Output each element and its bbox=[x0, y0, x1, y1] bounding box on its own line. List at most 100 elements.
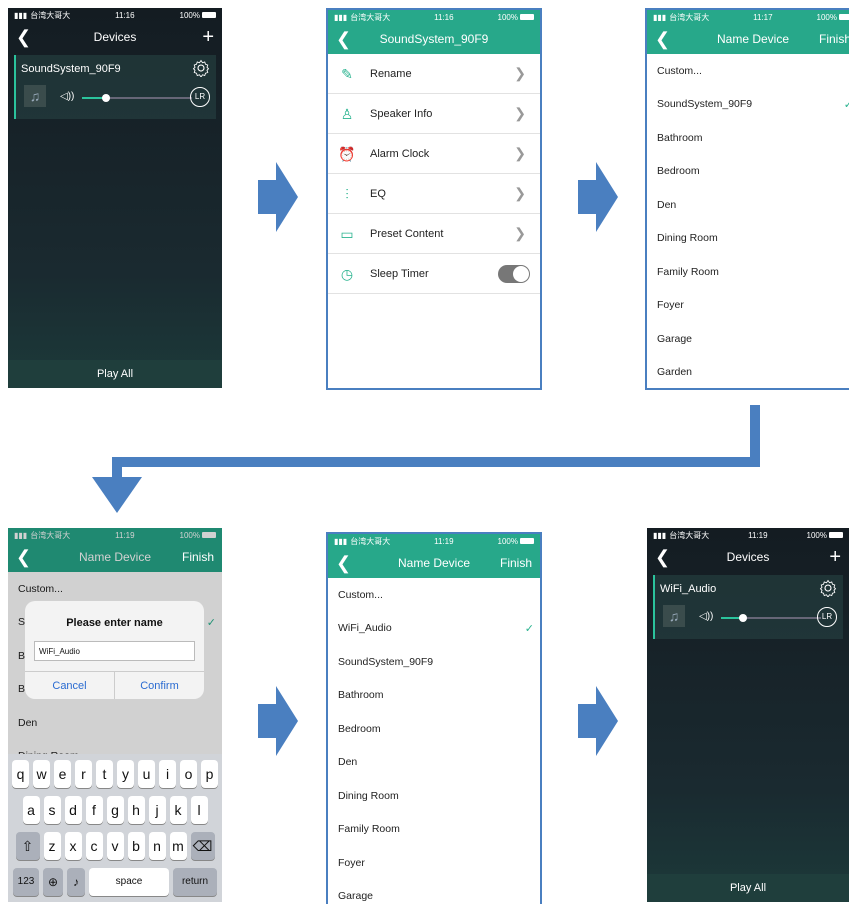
menu-alarm-clock[interactable]: ⏰Alarm Clock❯ bbox=[328, 134, 540, 174]
sleep-timer-toggle[interactable] bbox=[498, 265, 530, 283]
list-item[interactable]: Bathroom bbox=[328, 679, 540, 713]
back-icon[interactable]: ❮ bbox=[16, 547, 31, 568]
key[interactable]: d bbox=[65, 796, 82, 824]
list-item[interactable]: Foyer bbox=[647, 289, 849, 323]
clock: 11:19 bbox=[434, 537, 453, 546]
signal-icon: ▮▮▮ bbox=[334, 537, 347, 546]
key[interactable]: j bbox=[149, 796, 166, 824]
list-item[interactable]: Den bbox=[647, 188, 849, 222]
list-item[interactable]: Family Room bbox=[647, 255, 849, 289]
device-card[interactable]: WiFi_Audio ♫ ◁)) LR bbox=[653, 575, 843, 639]
key[interactable]: u bbox=[138, 760, 155, 788]
key[interactable]: n bbox=[149, 832, 166, 860]
key[interactable]: y bbox=[117, 760, 134, 788]
key[interactable]: z bbox=[44, 832, 61, 860]
menu-label: Alarm Clock bbox=[370, 148, 429, 160]
list-item[interactable]: Den bbox=[328, 746, 540, 780]
key[interactable]: b bbox=[128, 832, 145, 860]
add-device-button[interactable]: + bbox=[202, 26, 214, 49]
lr-channel-button[interactable]: LR bbox=[190, 87, 210, 107]
list-item[interactable]: Bathroom bbox=[647, 121, 849, 155]
key[interactable]: g bbox=[107, 796, 124, 824]
name-input[interactable]: WiFi_Audio bbox=[34, 641, 195, 661]
battery-label: 100% bbox=[498, 537, 518, 546]
key[interactable]: p bbox=[201, 760, 218, 788]
carrier-label: 台湾大哥大 bbox=[350, 12, 390, 23]
volume-slider[interactable] bbox=[721, 617, 821, 619]
finish-button[interactable]: Finish bbox=[500, 556, 532, 570]
key[interactable]: o bbox=[180, 760, 197, 788]
finish-button[interactable]: Finish bbox=[182, 550, 214, 564]
timer-icon: ◷ bbox=[338, 265, 356, 283]
key[interactable]: l bbox=[191, 796, 208, 824]
cancel-button[interactable]: Cancel bbox=[25, 672, 115, 699]
list-item[interactable]: Dining Room bbox=[328, 779, 540, 813]
back-icon[interactable]: ❮ bbox=[336, 553, 351, 574]
numbers-key[interactable]: 123 bbox=[13, 868, 39, 896]
key[interactable]: q bbox=[12, 760, 29, 788]
list-item-selected[interactable]: WiFi_Audio✓ bbox=[328, 612, 540, 646]
menu-preset-content[interactable]: ▭Preset Content❯ bbox=[328, 214, 540, 254]
list-item[interactable]: Garage bbox=[328, 880, 540, 904]
key[interactable]: w bbox=[33, 760, 50, 788]
nav-bar: ❮ Name Device Finish bbox=[328, 548, 540, 578]
space-key[interactable]: space bbox=[89, 868, 169, 896]
carrier-label: 台湾大哥大 bbox=[669, 12, 709, 23]
back-icon[interactable]: ❮ bbox=[655, 547, 670, 568]
battery-icon bbox=[520, 538, 534, 544]
menu-label: EQ bbox=[370, 188, 386, 200]
key[interactable]: m bbox=[170, 832, 187, 860]
key[interactable]: i bbox=[159, 760, 176, 788]
confirm-button[interactable]: Confirm bbox=[115, 672, 204, 699]
menu-eq[interactable]: ⫶EQ❯ bbox=[328, 174, 540, 214]
chevron-right-icon: ❯ bbox=[514, 145, 526, 162]
backspace-key[interactable]: ⌫ bbox=[191, 832, 215, 860]
dialog-title: Please enter name bbox=[25, 617, 204, 629]
key[interactable]: f bbox=[86, 796, 103, 824]
battery-label: 100% bbox=[180, 11, 200, 20]
back-icon[interactable]: ❮ bbox=[336, 29, 351, 50]
key[interactable]: s bbox=[44, 796, 61, 824]
list-item[interactable]: Foyer bbox=[328, 846, 540, 880]
key[interactable]: k bbox=[170, 796, 187, 824]
key[interactable]: e bbox=[54, 760, 71, 788]
key[interactable]: v bbox=[107, 832, 124, 860]
key[interactable]: h bbox=[128, 796, 145, 824]
lr-channel-button[interactable]: LR bbox=[817, 607, 837, 627]
key[interactable]: x bbox=[65, 832, 82, 860]
list-item[interactable]: Bedroom bbox=[647, 155, 849, 189]
menu-speaker-info[interactable]: ♙Speaker Info❯ bbox=[328, 94, 540, 134]
globe-icon[interactable]: ⊕ bbox=[43, 868, 63, 896]
list-item[interactable]: Bedroom bbox=[328, 712, 540, 746]
back-icon[interactable]: ❮ bbox=[16, 27, 31, 48]
finish-button[interactable]: Finish bbox=[819, 32, 849, 46]
key[interactable]: t bbox=[96, 760, 113, 788]
edit-icon: ✎ bbox=[338, 65, 356, 83]
play-all-button[interactable]: Play All bbox=[647, 874, 849, 902]
settings-gear-icon[interactable] bbox=[819, 579, 837, 597]
add-device-button[interactable]: + bbox=[829, 546, 841, 569]
menu-rename[interactable]: ✎Rename❯ bbox=[328, 54, 540, 94]
device-card[interactable]: SoundSystem_90F9 ♫ ◁)) LR bbox=[14, 55, 216, 119]
key[interactable]: r bbox=[75, 760, 92, 788]
list-item[interactable]: Family Room bbox=[328, 813, 540, 847]
play-all-button[interactable]: Play All bbox=[8, 360, 222, 388]
connector-arrow bbox=[90, 405, 770, 515]
chevron-right-icon: ❯ bbox=[514, 185, 526, 202]
key[interactable]: c bbox=[86, 832, 103, 860]
list-item[interactable]: Garage bbox=[647, 322, 849, 356]
list-item[interactable]: Garden bbox=[647, 356, 849, 390]
list-item[interactable]: SoundSystem_90F9 bbox=[328, 645, 540, 679]
list-item[interactable]: Custom... bbox=[647, 54, 849, 88]
menu-label: Rename bbox=[370, 68, 412, 80]
list-item[interactable]: Custom... bbox=[328, 578, 540, 612]
settings-gear-icon[interactable] bbox=[192, 59, 210, 77]
volume-slider[interactable] bbox=[82, 97, 192, 99]
return-key[interactable]: return bbox=[173, 868, 217, 896]
back-icon[interactable]: ❮ bbox=[655, 29, 670, 50]
microphone-icon[interactable]: ♪ bbox=[67, 868, 85, 896]
shift-key[interactable]: ⇧ bbox=[16, 832, 40, 860]
list-item[interactable]: Dining Room bbox=[647, 222, 849, 256]
list-item-selected[interactable]: SoundSystem_90F9✓ bbox=[647, 88, 849, 122]
key[interactable]: a bbox=[23, 796, 40, 824]
